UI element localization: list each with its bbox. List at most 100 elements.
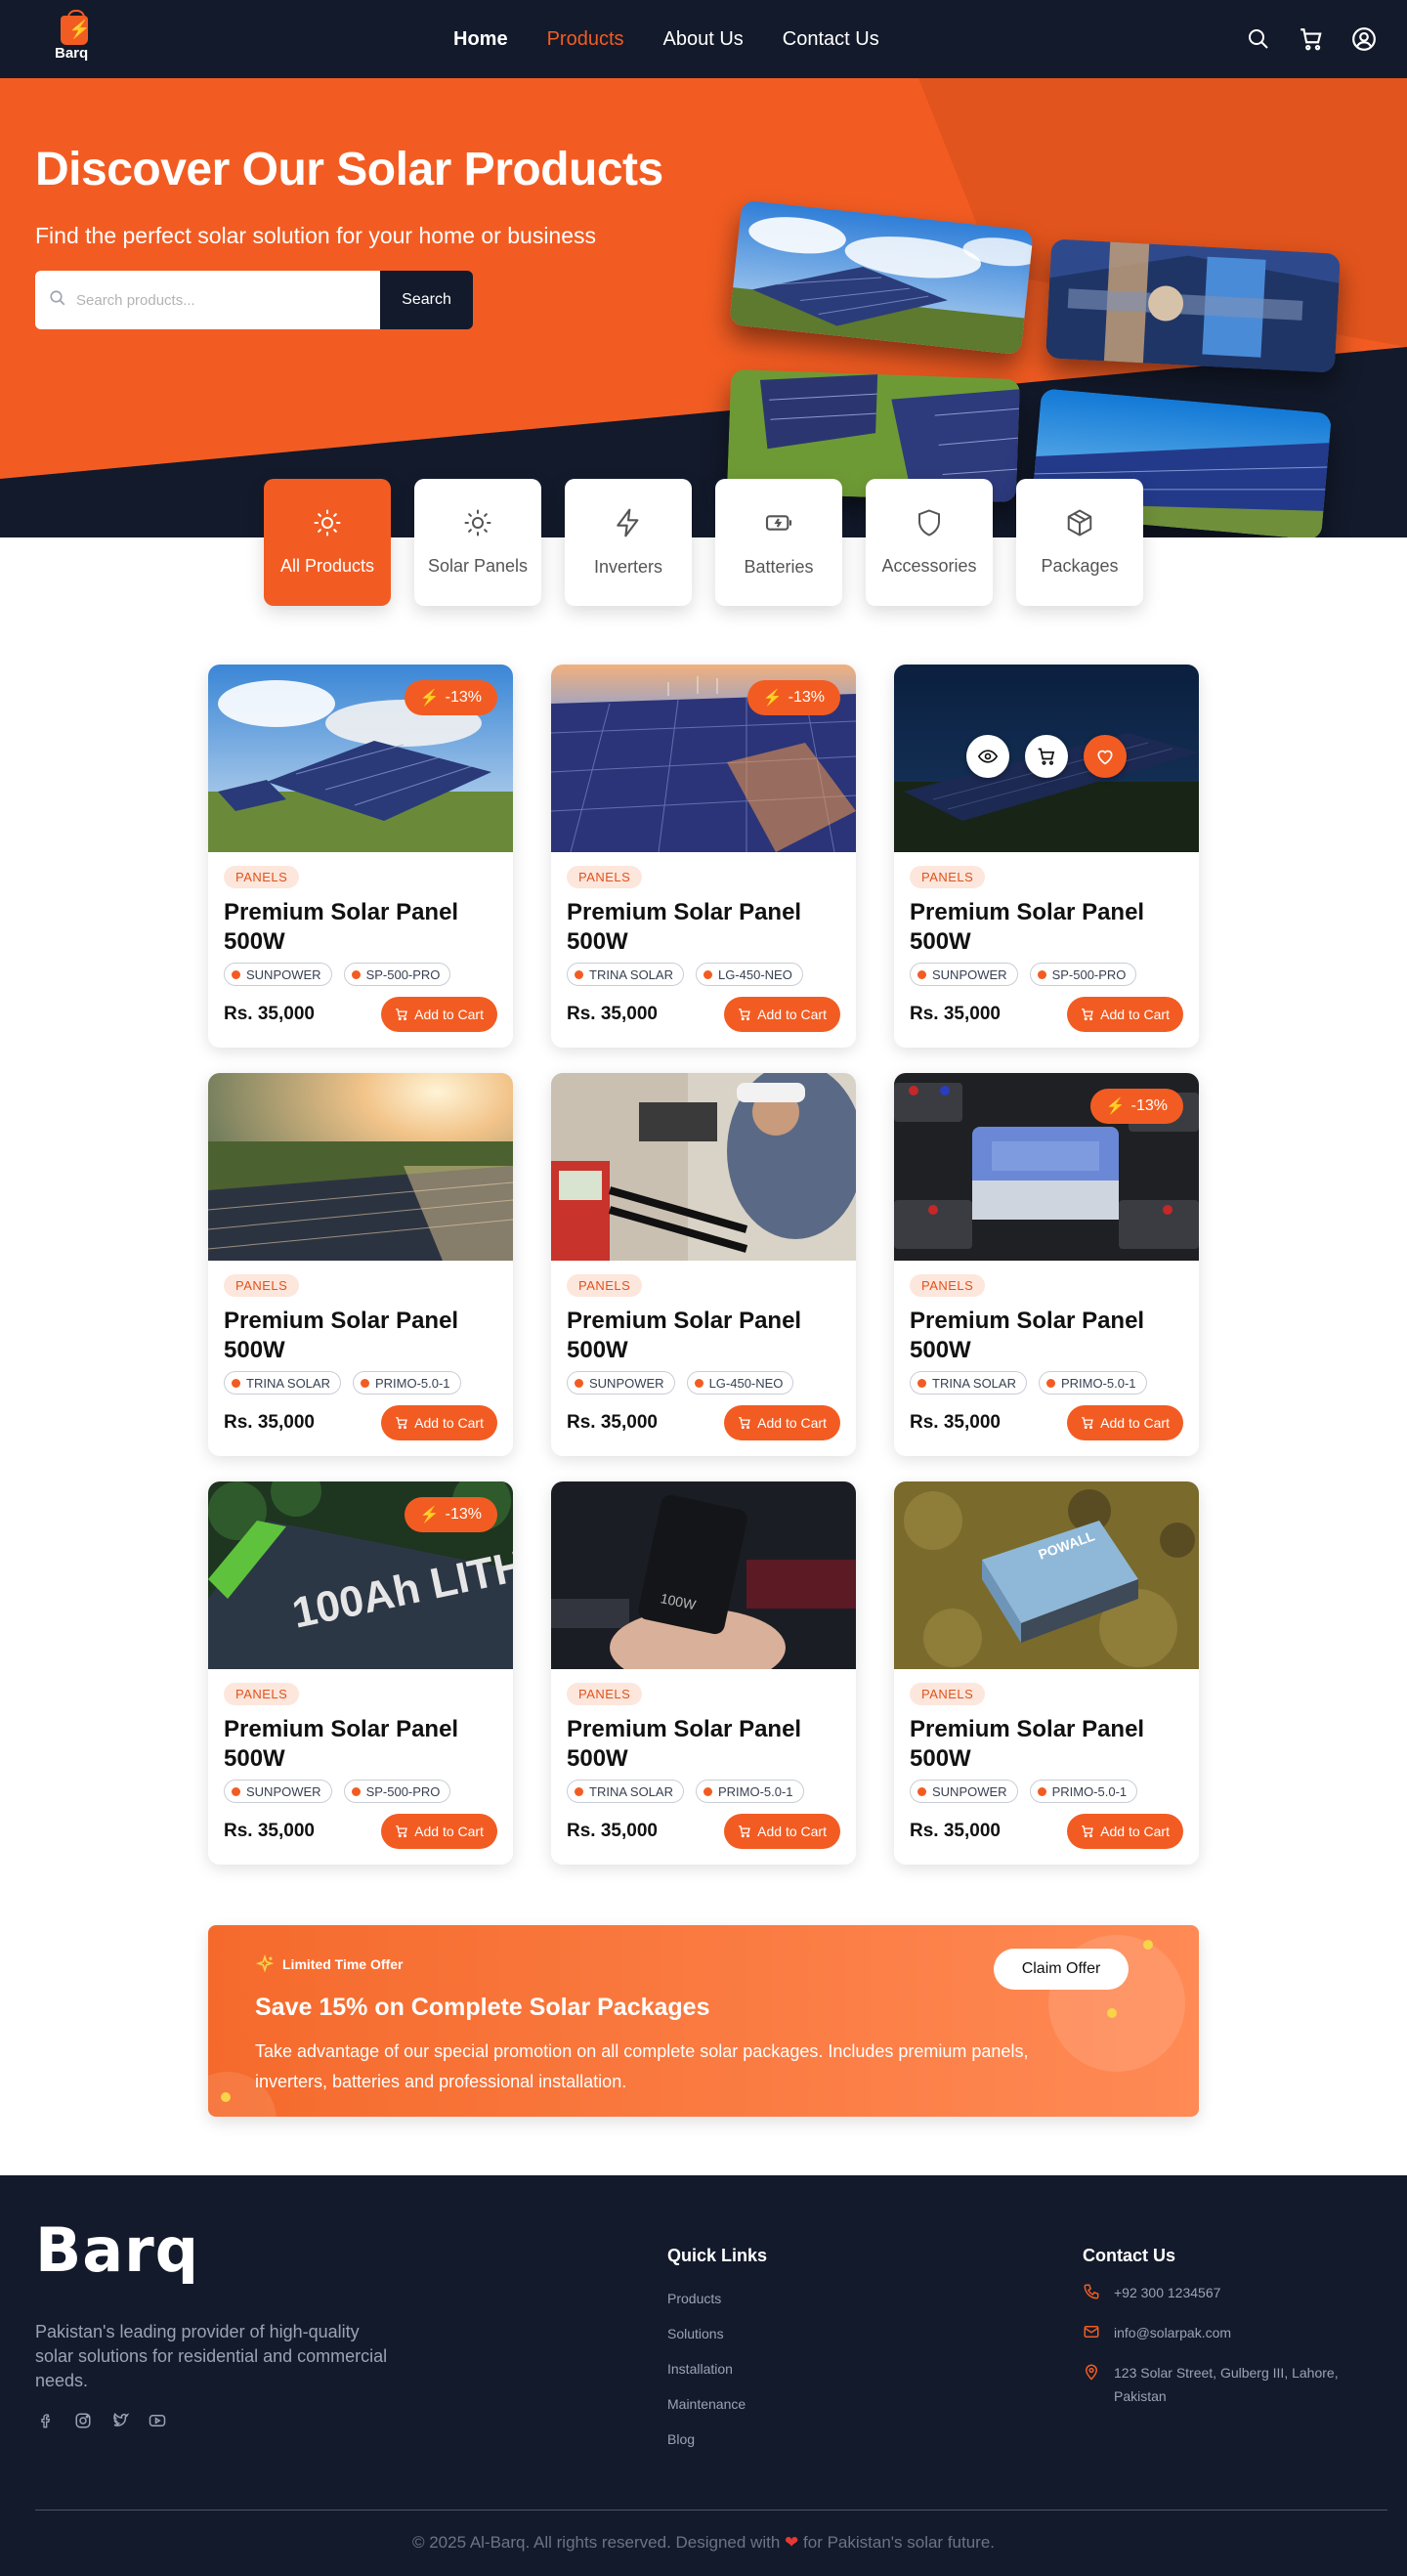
phone-text[interactable]: +92 300 1234567 <box>1114 2281 1220 2307</box>
product-search: Search <box>35 271 473 329</box>
footer-link-blog[interactable]: Blog <box>667 2431 746 2447</box>
product-card[interactable]: 100W PANELS Premium Solar Panel 500W TRI… <box>551 1481 856 1865</box>
product-card[interactable]: ⚡ -13% PANELS Premium Solar Panel 500W SU… <box>208 665 513 1048</box>
address-text: 123 Solar Street, Gulberg III, Lahore, P… <box>1114 2365 1339 2404</box>
product-title[interactable]: Premium Solar Panel 500W <box>567 1715 840 1774</box>
quick-add-to-cart-button[interactable] <box>1025 735 1068 778</box>
product-image: ⚡ -13% <box>894 1073 1199 1261</box>
product-title[interactable]: Premium Solar Panel 500W <box>910 898 1183 957</box>
tag-dot <box>232 1378 240 1388</box>
footer-link-solutions[interactable]: Solutions <box>667 2326 746 2341</box>
category-badge: PANELS <box>224 1683 300 1705</box>
discount-badge: ⚡ -13% <box>746 680 840 715</box>
brand-logo[interactable]: ⚡ Barq <box>53 10 100 66</box>
product-title[interactable]: Premium Solar Panel 500W <box>224 1307 497 1365</box>
product-footer: Rs. 35,000 Add to Cart <box>567 997 840 1032</box>
product-footer: Rs. 35,000 Add to Cart <box>567 1405 840 1440</box>
discount-text: -13% <box>1130 1097 1168 1114</box>
add-to-cart-button[interactable]: Add to Cart <box>381 1405 497 1440</box>
product-price: Rs. 35,000 <box>567 1821 658 1841</box>
tag-dot <box>575 1378 583 1388</box>
nav-link-contact[interactable]: Contact Us <box>783 28 879 51</box>
copyright-text: © 2025 Al-Barq. All rights reserved. Des… <box>411 2533 781 2552</box>
add-to-cart-button[interactable]: Add to Cart <box>724 1814 840 1849</box>
twitter-icon[interactable] <box>109 2410 131 2431</box>
product-price: Rs. 35,000 <box>224 1412 315 1433</box>
product-image: 100W <box>551 1481 856 1669</box>
add-to-cart-button[interactable]: Add to Cart <box>381 997 497 1032</box>
hero-subtitle: Find the perfect solar solution for your… <box>35 223 597 248</box>
add-to-cart-button[interactable]: Add to Cart <box>381 1814 497 1849</box>
shopping-bag-bolt-icon: ⚡ <box>61 10 90 45</box>
category-all-products[interactable]: All Products <box>264 479 391 606</box>
quick-view-button[interactable] <box>966 735 1009 778</box>
instagram-icon[interactable] <box>72 2410 94 2431</box>
youtube-icon[interactable] <box>147 2410 168 2431</box>
product-card[interactable]: PANELS Premium Solar Panel 500W TRINA SO… <box>208 1073 513 1456</box>
category-badge: PANELS <box>567 866 643 888</box>
category-badge: PANELS <box>910 1274 986 1297</box>
map-pin-icon <box>1083 2361 1102 2408</box>
search-icon[interactable] <box>1245 25 1272 53</box>
product-card[interactable]: 100Ah LITHIUM BATTERY ⚡-13% PANELS Premi… <box>208 1481 513 1865</box>
model-name: SP-500-PRO <box>365 966 441 982</box>
user-icon[interactable] <box>1350 25 1378 53</box>
add-to-cart-button[interactable]: Add to Cart <box>1067 1405 1183 1440</box>
category-badge: PANELS <box>224 866 300 888</box>
category-accessories[interactable]: Accessories <box>866 479 993 606</box>
product-title[interactable]: Premium Solar Panel 500W <box>910 1715 1183 1774</box>
email-text[interactable]: info@solarpak.com <box>1114 2321 1231 2347</box>
footer-logo[interactable]: Barq <box>35 2214 199 2286</box>
bolt-icon: ⚡ <box>762 690 783 707</box>
tag-dot <box>232 969 240 979</box>
add-to-cart-button[interactable]: Add to Cart <box>1067 1814 1183 1849</box>
product-title[interactable]: Premium Solar Panel 500W <box>567 1307 840 1365</box>
promo-banner: Limited Time Offer Save 15% on Complete … <box>208 1925 1199 2117</box>
product-card[interactable]: PANELS Premium Solar Panel 500W SUNPOWER… <box>894 665 1199 1048</box>
cart-icon[interactable] <box>1298 25 1325 53</box>
add-to-cart-button[interactable]: Add to Cart <box>724 1405 840 1440</box>
category-packages[interactable]: Packages <box>1016 479 1143 606</box>
footer-link-installation[interactable]: Installation <box>667 2361 746 2377</box>
search-input[interactable] <box>76 291 360 309</box>
product-title[interactable]: Premium Solar Panel 500W <box>567 898 840 957</box>
product-card[interactable]: PANELS Premium Solar Panel 500W SUNPOWER… <box>551 1073 856 1456</box>
search-button[interactable]: Search <box>380 271 473 329</box>
facebook-icon[interactable] <box>35 2410 57 2431</box>
nav-link-home[interactable]: Home <box>453 28 508 51</box>
category-tabs: All Products Solar Panels Inverters Batt… <box>264 479 1143 606</box>
category-inverters[interactable]: Inverters <box>565 479 692 606</box>
search-icon <box>49 289 66 312</box>
eye-icon <box>978 750 998 763</box>
cart-icon <box>739 1417 750 1430</box>
product-card[interactable]: ⚡ -13% PANELS Premium Solar Panel 500W TR… <box>894 1073 1199 1456</box>
tag-dot <box>575 969 583 979</box>
product-title[interactable]: Premium Solar Panel 500W <box>224 1715 497 1774</box>
product-tags: SUNPOWER PRIMO-5.0-1 <box>910 1780 1183 1803</box>
product-card[interactable]: ⚡ -13% PANELS Premium Solar Panel 500W TR… <box>551 665 856 1048</box>
product-title[interactable]: Premium Solar Panel 500W <box>224 898 497 957</box>
footer-link-products[interactable]: Products <box>667 2291 746 2306</box>
footer-link-maintenance[interactable]: Maintenance <box>667 2396 746 2412</box>
category-batteries[interactable]: Batteries <box>715 479 842 606</box>
site-footer: Barq Pakistan's leading provider of high… <box>0 2175 1407 2576</box>
product-price: Rs. 35,000 <box>910 1821 1001 1841</box>
quick-links-title: Quick Links <box>667 2246 768 2265</box>
category-label: All Products <box>279 556 375 576</box>
product-tags: SUNPOWER SP-500-PRO <box>224 963 497 986</box>
product-title[interactable]: Premium Solar Panel 500W <box>910 1307 1183 1365</box>
wishlist-button[interactable] <box>1084 735 1127 778</box>
add-to-cart-button[interactable]: Add to Cart <box>1067 997 1183 1032</box>
product-card[interactable]: POWALL PANELS Premium Solar Panel 500W S… <box>894 1481 1199 1865</box>
cart-icon <box>1082 1417 1093 1430</box>
model-tag: PRIMO-5.0-1 <box>695 1780 804 1803</box>
brand-name: SUNPOWER <box>932 1783 1007 1799</box>
nav-link-about[interactable]: About Us <box>663 28 744 51</box>
nav-link-products[interactable]: Products <box>547 28 624 51</box>
add-to-cart-button[interactable]: Add to Cart <box>724 997 840 1032</box>
model-name: PRIMO-5.0-1 <box>1060 1375 1136 1391</box>
add-to-cart-label: Add to Cart <box>757 1007 827 1022</box>
category-solar-panels[interactable]: Solar Panels <box>414 479 541 606</box>
model-name: PRIMO-5.0-1 <box>374 1375 450 1391</box>
claim-offer-button[interactable]: Claim Offer <box>994 1949 1129 1990</box>
